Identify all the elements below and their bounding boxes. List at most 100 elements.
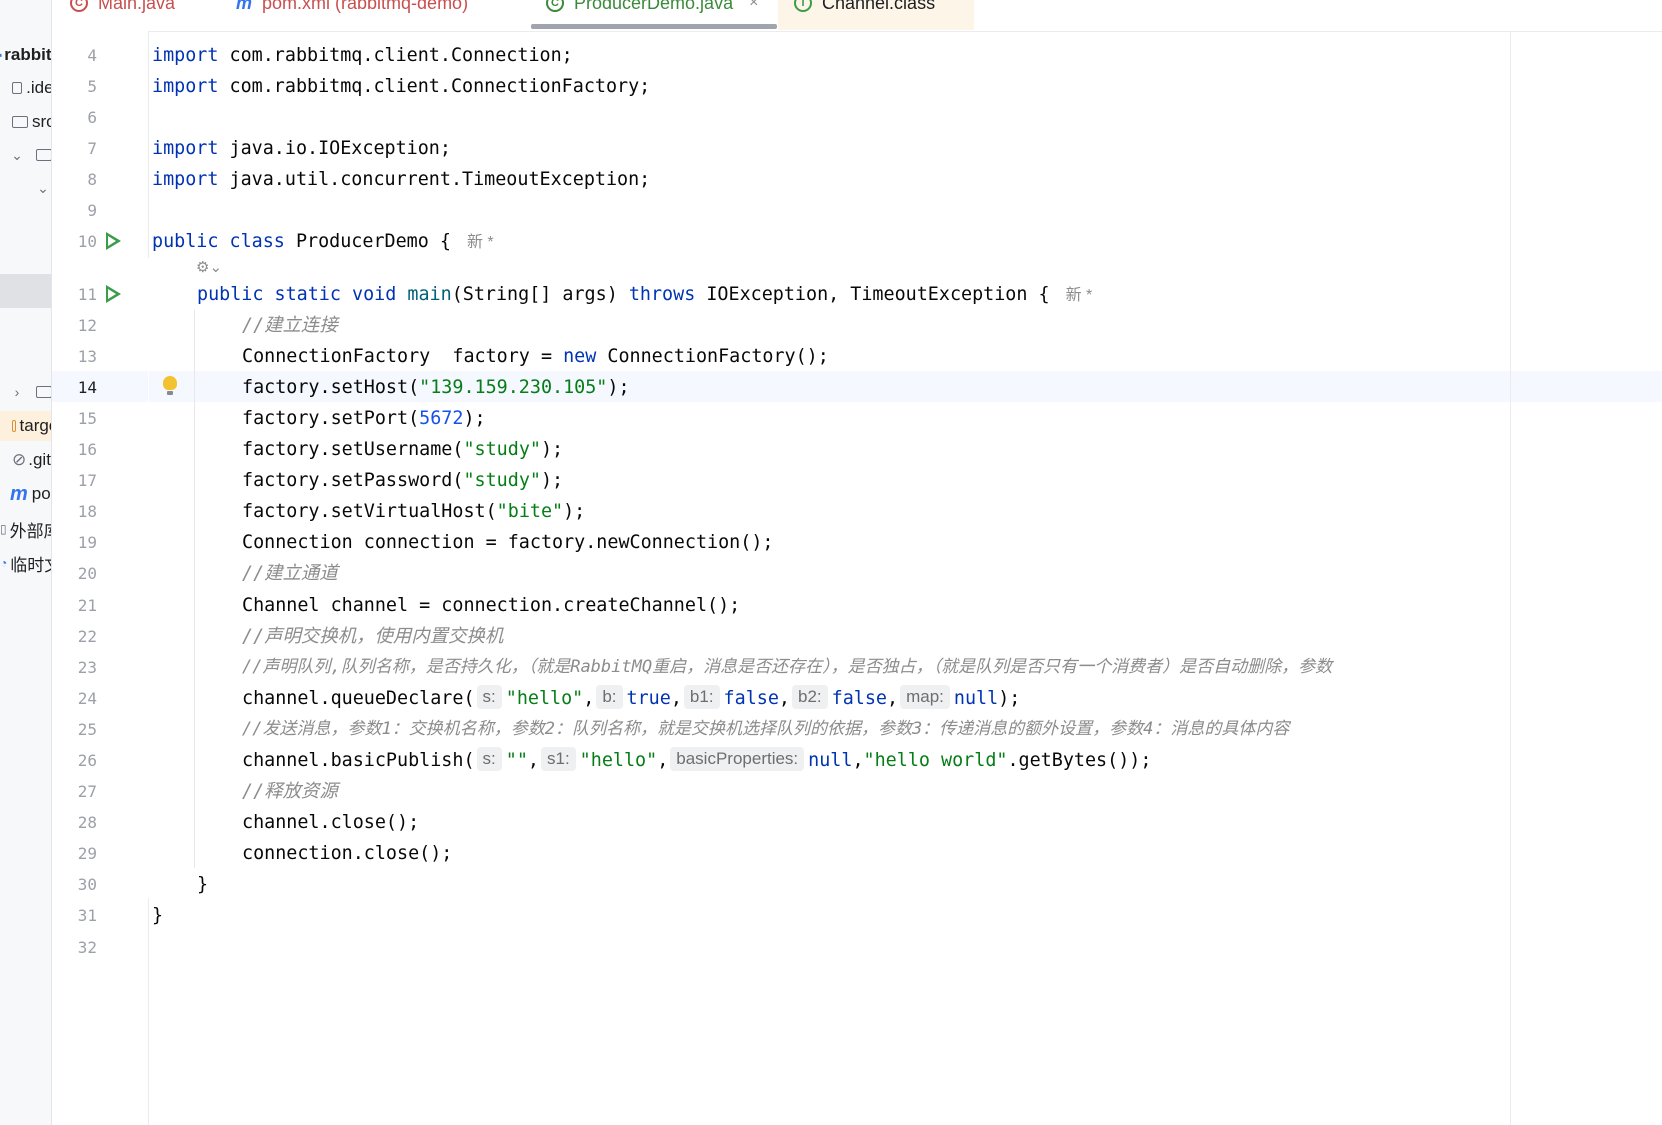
class-icon: C bbox=[70, 0, 88, 12]
tree-item-external-libraries[interactable]: ▯ 外部库 bbox=[0, 514, 51, 544]
tree-item-label: .gitignore bbox=[28, 450, 51, 469]
param-hint: basicProperties: bbox=[670, 747, 805, 771]
code-line-17[interactable]: factory.setPassword("study"); bbox=[242, 465, 563, 496]
author-inlay[interactable]: 新 * bbox=[467, 234, 494, 251]
run-class-icon[interactable] bbox=[106, 232, 121, 250]
tree-item-label: 外部库 bbox=[9, 521, 51, 541]
line-number: 23 bbox=[77, 658, 97, 677]
folder-icon bbox=[36, 149, 51, 161]
tree-item-main[interactable]: ⌄ bbox=[0, 140, 51, 170]
param-hint: s: bbox=[476, 747, 502, 771]
folder-icon bbox=[36, 386, 51, 398]
code-line-11[interactable]: public static void main(String[] args) t… bbox=[197, 279, 1092, 310]
line-number: 25 bbox=[77, 720, 97, 739]
tree-item-scratches[interactable]: ◔ 临时文件和控制台 bbox=[0, 548, 51, 578]
code-line-14[interactable]: factory.setHost("139.159.230.105"); bbox=[242, 372, 630, 403]
lightbulb-icon[interactable] bbox=[163, 376, 177, 395]
code-line-7[interactable]: import java.io.IOException; bbox=[152, 133, 451, 164]
tree-item-src[interactable]: src bbox=[0, 107, 51, 137]
line-number: 8 bbox=[87, 170, 97, 189]
line-number: 27 bbox=[77, 782, 97, 801]
line-number: 21 bbox=[77, 596, 97, 615]
tab-channel-class[interactable]: I Channel.class bbox=[794, 0, 935, 18]
line-number: 17 bbox=[77, 471, 97, 490]
interface-icon: I bbox=[794, 0, 812, 12]
tab-producer-demo[interactable]: C ProducerDemo.java × bbox=[546, 0, 758, 18]
code-line-22[interactable]: //声明交换机，使用内置交换机 bbox=[242, 621, 503, 652]
code-line-28[interactable]: channel.close(); bbox=[242, 807, 419, 838]
code-line-15[interactable]: factory.setPort(5672); bbox=[242, 403, 486, 434]
code-line-12[interactable]: //建立连接 bbox=[242, 310, 338, 341]
line-number: 22 bbox=[77, 627, 97, 646]
code-line-10[interactable]: public class ProducerDemo {新 * bbox=[152, 226, 494, 257]
param-hint: b2: bbox=[792, 685, 828, 709]
library-icon: ▯ bbox=[0, 522, 7, 536]
line-number: 12 bbox=[77, 316, 97, 335]
indent-guide bbox=[148, 258, 149, 898]
code-line-27[interactable]: //释放资源 bbox=[242, 776, 338, 807]
line-number: 18 bbox=[77, 502, 97, 521]
close-icon[interactable]: × bbox=[749, 0, 758, 12]
code-line-20[interactable]: //建立通道 bbox=[242, 558, 338, 589]
code-line-5[interactable]: import com.rabbitmq.client.ConnectionFac… bbox=[152, 71, 650, 102]
maven-icon: m bbox=[236, 0, 253, 13]
tree-item-test[interactable]: › bbox=[0, 377, 51, 407]
tab-main-java[interactable]: C Main.java bbox=[70, 0, 175, 18]
line-number: 32 bbox=[77, 938, 97, 957]
code-line-16[interactable]: factory.setUsername("study"); bbox=[242, 434, 563, 465]
param-hint: s1: bbox=[540, 747, 576, 771]
scratches-icon: ◔ bbox=[0, 556, 8, 570]
folder-icon bbox=[12, 420, 16, 432]
code-vision-icon[interactable]: ⚙⌄ bbox=[196, 258, 222, 276]
code-line-13[interactable]: ConnectionFactory factory = new Connecti… bbox=[242, 341, 829, 372]
indent-guide bbox=[194, 310, 195, 868]
line-number: 7 bbox=[87, 139, 97, 158]
line-number: 20 bbox=[77, 564, 97, 583]
project-tool-window: ▪ rabbitmq-demo .idea src ⌄ ⌄ › target ⊘… bbox=[0, 0, 52, 1125]
code-line-8[interactable]: import java.util.concurrent.TimeoutExcep… bbox=[152, 164, 650, 195]
line-number: 4 bbox=[87, 46, 97, 65]
tab-label: ProducerDemo.java bbox=[574, 0, 734, 13]
line-number: 9 bbox=[87, 201, 97, 220]
code-line-31[interactable]: } bbox=[152, 900, 163, 931]
code-line-21[interactable]: Channel channel = connection.createChann… bbox=[242, 590, 740, 621]
tab-label: Channel.class bbox=[822, 0, 936, 13]
chevron-down-icon: ⌄ bbox=[11, 146, 23, 163]
module-icon: ▪ bbox=[0, 48, 2, 62]
code-line-18[interactable]: factory.setVirtualHost("bite"); bbox=[242, 496, 585, 527]
run-main-icon[interactable] bbox=[106, 285, 121, 303]
tree-item-project-root[interactable]: ▪ rabbitmq-demo bbox=[0, 40, 51, 70]
tree-item-target[interactable]: target bbox=[0, 411, 51, 441]
author-inlay[interactable]: 新 * bbox=[1066, 287, 1093, 304]
tree-item-label: pom.xml bbox=[31, 484, 51, 503]
code-line-24[interactable]: channel.queueDeclare(s: "hello", b: true, b1… bbox=[242, 683, 1020, 714]
folder-icon bbox=[12, 116, 28, 128]
code-line-4[interactable]: import com.rabbitmq.client.Connection; bbox=[152, 40, 573, 71]
code-line-23[interactable]: //声明队列,队列名称，是否持久化，（就是RabbitMQ重启，消息是否还存在）… bbox=[242, 652, 1332, 683]
line-number: 15 bbox=[77, 409, 97, 428]
line-number: 13 bbox=[77, 347, 97, 366]
active-tab-indicator bbox=[531, 24, 777, 29]
tab-pom-xml[interactable]: m pom.xml (rabbitmq-demo) bbox=[236, 0, 468, 18]
tree-item-java[interactable]: ⌄ bbox=[0, 173, 51, 203]
tree-item-idea[interactable]: .idea bbox=[0, 73, 51, 103]
line-number: 14 bbox=[77, 378, 97, 397]
line-number: 24 bbox=[77, 689, 97, 708]
tree-item-pom[interactable]: m pom.xml bbox=[0, 479, 51, 509]
code-line-25[interactable]: //发送消息，参数1：交换机名称，参数2：队列名称，就是交换机选择队列的依据，参… bbox=[242, 714, 1289, 745]
selected-tree-row bbox=[0, 274, 51, 308]
line-number: 28 bbox=[77, 813, 97, 832]
line-number: 11 bbox=[77, 285, 97, 304]
code-line-29[interactable]: connection.close(); bbox=[242, 838, 452, 869]
tree-item-gitignore[interactable]: ⊘ .gitignore bbox=[0, 445, 51, 475]
chevron-right-icon: › bbox=[14, 384, 20, 400]
code-line-26[interactable]: channel.basicPublish(s: "", s1: "hello", bas… bbox=[242, 745, 1151, 776]
right-margin-guide bbox=[1510, 31, 1511, 1125]
code-line-30[interactable]: } bbox=[197, 869, 208, 900]
code-line-19[interactable]: Connection connection = factory.newConne… bbox=[242, 527, 773, 558]
param-hint: s: bbox=[476, 685, 502, 709]
tree-item-label: .idea bbox=[26, 78, 51, 97]
line-number: 31 bbox=[77, 906, 97, 925]
tree-item-label: target bbox=[19, 416, 51, 435]
tab-label: pom.xml (rabbitmq-demo) bbox=[262, 0, 469, 13]
